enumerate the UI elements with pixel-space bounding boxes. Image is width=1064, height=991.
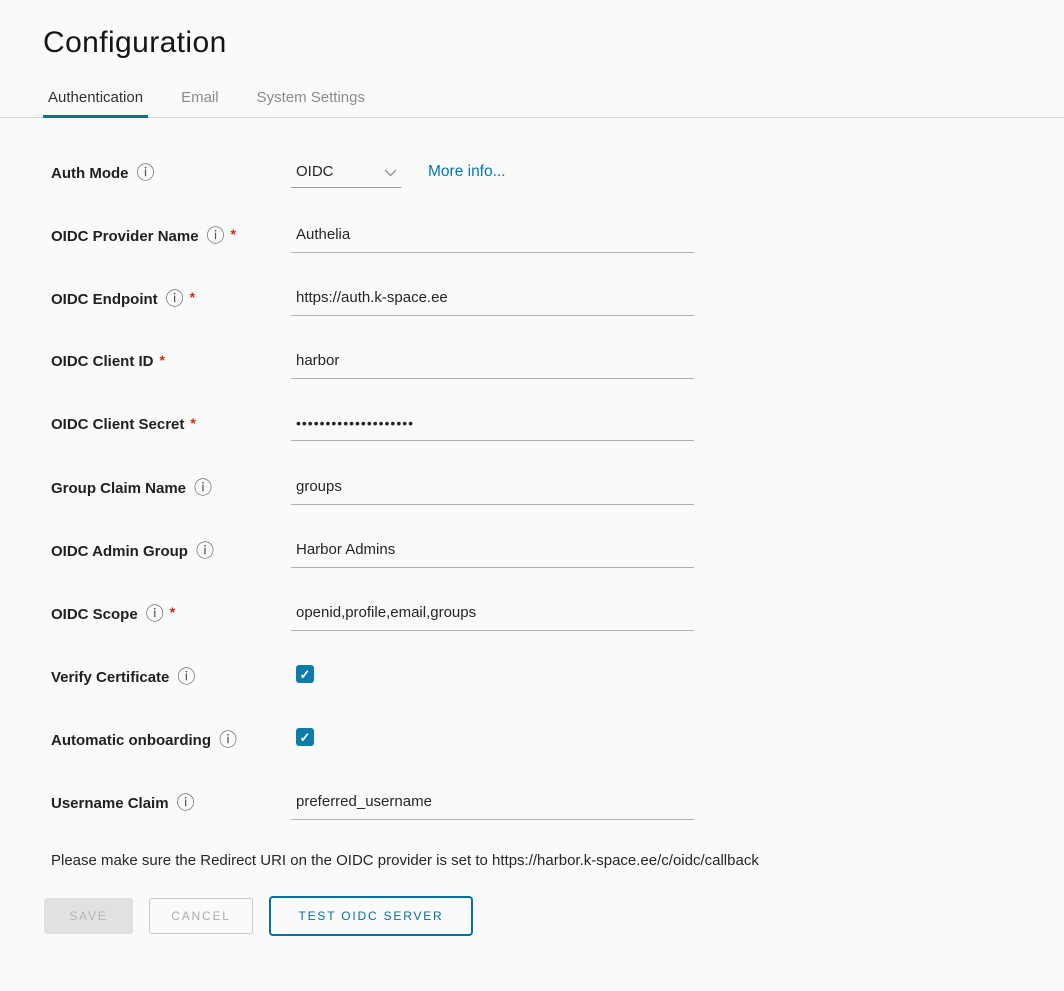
oidc-admin-group-label: OIDC Admin Group xyxy=(51,543,188,560)
oidc-provider-name-label: OIDC Provider Name xyxy=(51,228,199,245)
username-claim-input[interactable] xyxy=(291,793,694,820)
tab-system-settings[interactable]: System Settings xyxy=(257,89,365,117)
automatic-onboarding-label: Automatic onboarding xyxy=(51,732,211,749)
test-oidc-server-button[interactable]: TEST OIDC SERVER xyxy=(269,896,473,936)
required-asterisk: * xyxy=(190,289,195,305)
form-row-verify-certificate: Verify Certificate ⓘ ✓ xyxy=(44,667,1064,695)
info-icon[interactable]: ⓘ xyxy=(146,605,164,623)
form-row-oidc-client-secret: OIDC Client Secret * xyxy=(44,415,1064,443)
form-row-group-claim-name: Group Claim Name ⓘ xyxy=(44,478,1064,506)
info-icon[interactable]: ⓘ xyxy=(207,227,225,245)
form-row-oidc-provider-name: OIDC Provider Name ⓘ * xyxy=(44,226,1064,254)
info-icon[interactable]: ⓘ xyxy=(196,542,214,560)
info-icon[interactable]: ⓘ xyxy=(177,668,195,686)
form-row-automatic-onboarding: Automatic onboarding ⓘ ✓ xyxy=(44,730,1064,758)
cancel-button[interactable]: CANCEL xyxy=(149,898,253,934)
auth-mode-label: Auth Mode xyxy=(51,165,128,182)
form-row-oidc-admin-group: OIDC Admin Group ⓘ xyxy=(44,541,1064,569)
redirect-uri-note: Please make sure the Redirect URI on the… xyxy=(0,852,1064,869)
info-icon[interactable]: ⓘ xyxy=(177,794,195,812)
oidc-client-secret-label: OIDC Client Secret xyxy=(51,416,184,433)
verify-certificate-checkbox[interactable]: ✓ xyxy=(296,665,314,683)
automatic-onboarding-checkbox[interactable]: ✓ xyxy=(296,728,314,746)
oidc-client-id-label: OIDC Client ID xyxy=(51,353,154,370)
button-bar: SAVE CANCEL TEST OIDC SERVER xyxy=(0,896,1064,936)
auth-mode-select[interactable]: OIDC xyxy=(291,163,401,188)
required-asterisk: * xyxy=(231,226,236,242)
auth-mode-selected-value: OIDC xyxy=(296,163,334,180)
oidc-endpoint-input[interactable] xyxy=(291,289,694,316)
form-row-oidc-endpoint: OIDC Endpoint ⓘ * xyxy=(44,289,1064,317)
checkmark-icon: ✓ xyxy=(300,731,311,744)
required-asterisk: * xyxy=(170,604,175,620)
verify-certificate-label: Verify Certificate xyxy=(51,669,169,686)
save-button[interactable]: SAVE xyxy=(44,898,133,934)
form-row-oidc-scope: OIDC Scope ⓘ * xyxy=(44,604,1064,632)
tab-bar: Authentication Email System Settings xyxy=(0,89,1064,118)
info-icon[interactable]: ⓘ xyxy=(166,290,184,308)
form-row-auth-mode: Auth Mode ⓘ OIDC More info... xyxy=(44,163,1064,191)
oidc-scope-input[interactable] xyxy=(291,604,694,631)
page-title: Configuration xyxy=(43,26,1064,60)
username-claim-label: Username Claim xyxy=(51,795,169,812)
form-row-username-claim: Username Claim ⓘ xyxy=(44,793,1064,821)
more-info-link[interactable]: More info... xyxy=(428,163,506,181)
oidc-admin-group-input[interactable] xyxy=(291,541,694,568)
info-icon[interactable]: ⓘ xyxy=(219,731,237,749)
chevron-down-icon xyxy=(384,169,397,177)
oidc-client-id-input[interactable] xyxy=(291,352,694,379)
form-row-oidc-client-id: OIDC Client ID * xyxy=(44,352,1064,380)
oidc-client-secret-input[interactable] xyxy=(291,415,694,441)
info-icon[interactable]: ⓘ xyxy=(136,164,154,182)
tab-authentication[interactable]: Authentication xyxy=(48,89,143,117)
group-claim-name-label: Group Claim Name xyxy=(51,480,186,497)
authentication-form: Auth Mode ⓘ OIDC More info... OIDC Provi… xyxy=(0,118,1064,821)
oidc-endpoint-label: OIDC Endpoint xyxy=(51,291,158,308)
tab-email[interactable]: Email xyxy=(181,89,219,117)
oidc-scope-label: OIDC Scope xyxy=(51,606,138,623)
group-claim-name-input[interactable] xyxy=(291,478,694,505)
required-asterisk: * xyxy=(160,352,165,368)
oidc-provider-name-input[interactable] xyxy=(291,226,694,253)
required-asterisk: * xyxy=(190,415,195,431)
info-icon[interactable]: ⓘ xyxy=(194,479,212,497)
checkmark-icon: ✓ xyxy=(300,668,311,681)
